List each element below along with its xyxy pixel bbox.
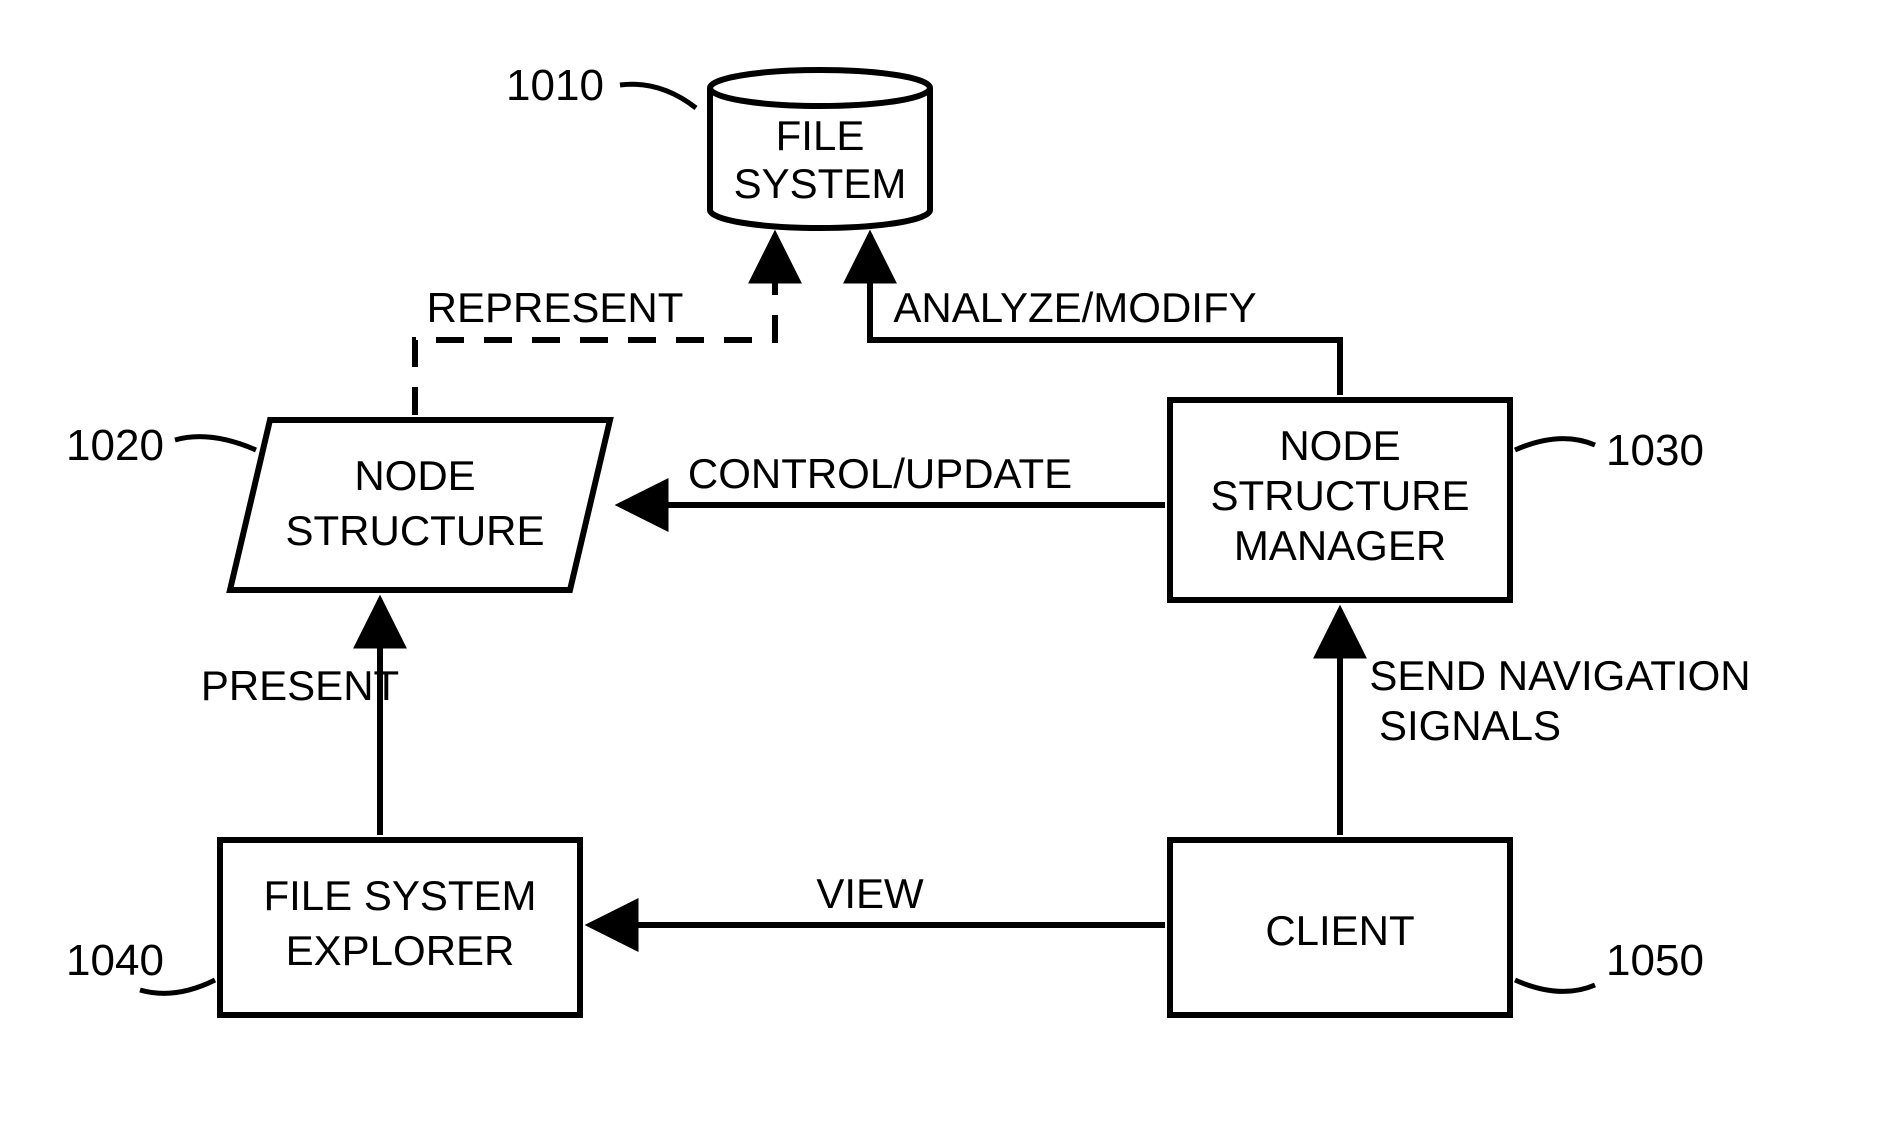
ref-leader-1010 — [620, 84, 696, 108]
edge-send-navigation-label-1: SEND NAVIGATION — [1369, 652, 1750, 699]
node-structure-node: NODE STRUCTURE — [230, 420, 610, 590]
ref-1020: 1020 — [66, 421, 164, 470]
edge-send-navigation-label-2: SIGNALS — [1379, 702, 1561, 749]
node-structure-label-1: NODE — [354, 452, 475, 499]
diagram-canvas: FILE SYSTEM 1010 NODE STRUCTURE 1020 NOD… — [0, 0, 1877, 1147]
ref-leader-1050 — [1515, 980, 1595, 991]
nsm-label-2: STRUCTURE — [1211, 472, 1470, 519]
edge-view-label: VIEW — [816, 870, 924, 917]
file-system-explorer-node: FILE SYSTEM EXPLORER — [220, 840, 580, 1015]
edge-analyze-modify-label: ANALYZE/MODIFY — [893, 284, 1256, 331]
file-system-label-2: SYSTEM — [734, 160, 907, 207]
ref-leader-1030 — [1515, 439, 1595, 450]
ref-1010: 1010 — [506, 61, 604, 110]
client-node: CLIENT — [1170, 840, 1510, 1015]
fse-label-1: FILE SYSTEM — [263, 872, 536, 919]
edge-present-label: PRESENT — [201, 662, 399, 709]
nsm-label-1: NODE — [1279, 422, 1400, 469]
edge-represent-label: REPRESENT — [427, 284, 684, 331]
edge-control-update-label: CONTROL/UPDATE — [688, 450, 1072, 497]
ref-1040: 1040 — [66, 936, 164, 985]
ref-1030: 1030 — [1606, 426, 1704, 475]
file-system-node: FILE SYSTEM — [710, 70, 930, 228]
node-structure-manager-node: NODE STRUCTURE MANAGER — [1170, 400, 1510, 600]
node-structure-label-2: STRUCTURE — [286, 507, 545, 554]
client-label-1: CLIENT — [1265, 907, 1414, 954]
fse-label-2: EXPLORER — [286, 927, 515, 974]
ref-1050: 1050 — [1606, 936, 1704, 985]
ref-leader-1020 — [175, 437, 256, 450]
nsm-label-3: MANAGER — [1234, 522, 1446, 569]
file-system-label-1: FILE — [776, 112, 865, 159]
